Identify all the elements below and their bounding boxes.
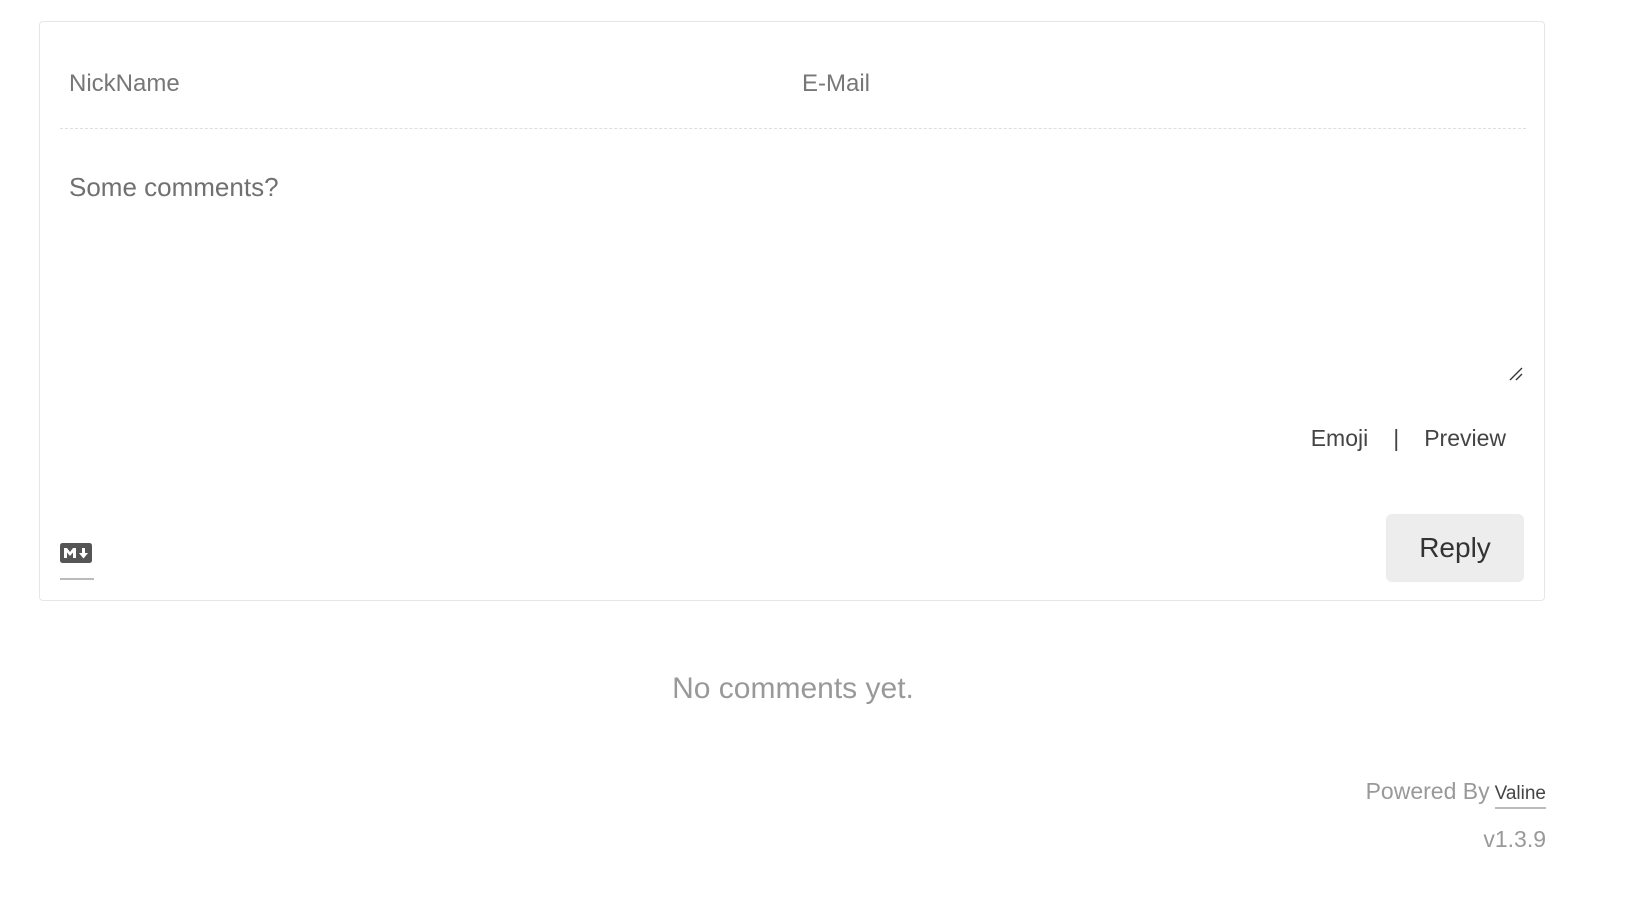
tools-separator: |	[1393, 425, 1400, 451]
comment-textarea[interactable]	[60, 172, 1526, 388]
comment-tools: Emoji | Preview	[1311, 425, 1506, 452]
reply-button[interactable]: Reply	[1386, 514, 1524, 582]
markdown-icon[interactable]	[60, 542, 94, 580]
email-input[interactable]	[802, 62, 1502, 106]
nickname-field-wrapper	[60, 22, 793, 128]
email-field-wrapper	[793, 22, 1526, 128]
comment-widget: Emoji | Preview Reply No comments yet. P…	[0, 0, 1638, 910]
comment-form-panel: Emoji | Preview Reply	[39, 21, 1545, 601]
valine-link[interactable]: Valine	[1494, 783, 1546, 809]
powered-by: Powered By Valine	[1366, 778, 1546, 809]
no-comments-message: No comments yet.	[672, 672, 914, 705]
comment-textarea-wrapper	[60, 172, 1526, 388]
resize-handle-icon[interactable]	[1508, 366, 1524, 382]
powered-by-label: Powered By	[1365, 778, 1490, 804]
version-label: v1.3.9	[1483, 826, 1546, 852]
nickname-input[interactable]	[69, 62, 769, 106]
preview-button[interactable]: Preview	[1424, 425, 1506, 452]
comment-form-header	[60, 22, 1526, 129]
emoji-button[interactable]: Emoji	[1311, 425, 1369, 452]
